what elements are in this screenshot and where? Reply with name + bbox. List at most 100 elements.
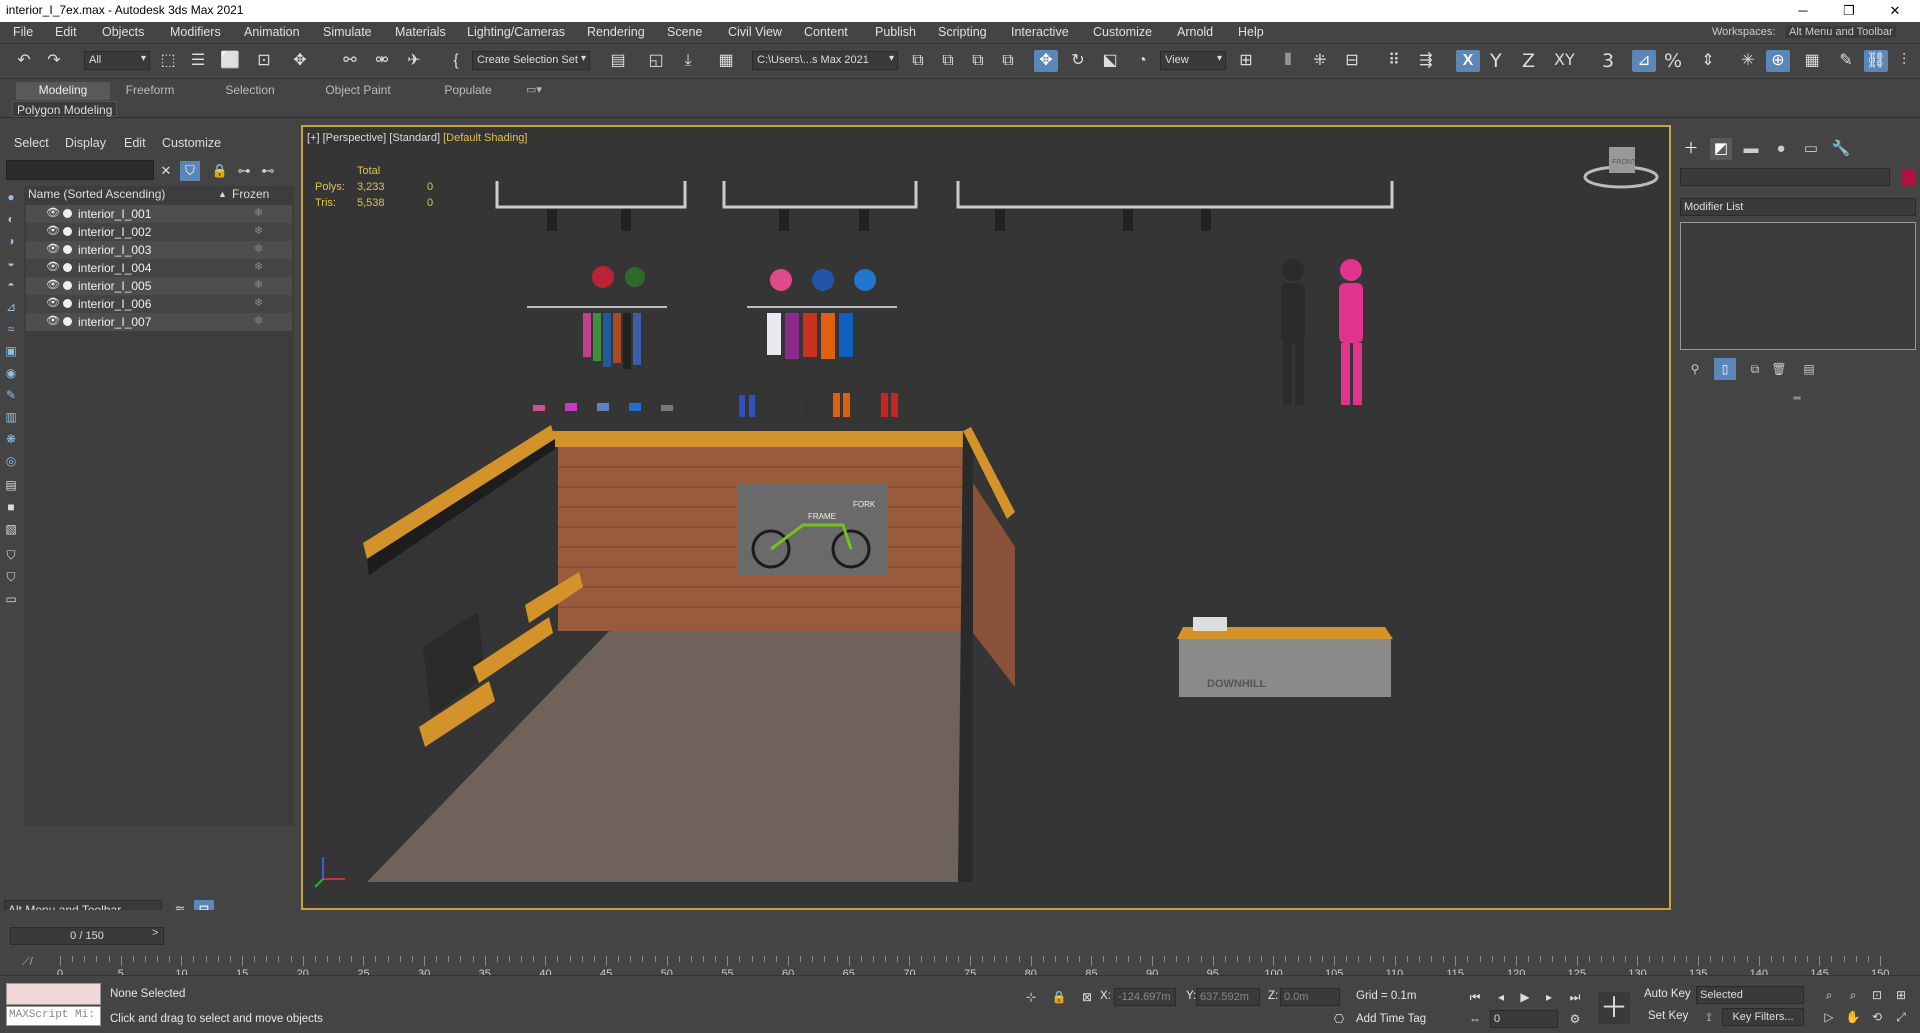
workspaces-dropdown[interactable]: Alt Menu and Toolbar <box>1786 26 1896 38</box>
time-slider[interactable]: 0 / 150 <box>10 927 164 945</box>
hierarchy-tab-icon[interactable]: ▬ <box>1740 138 1762 160</box>
percent-snap-icon[interactable]: % <box>1664 50 1682 72</box>
menu-civil-view[interactable]: Civil View <box>728 25 782 39</box>
explorer-menu-customize[interactable]: Customize <box>162 136 221 150</box>
manipulate-icon[interactable]: ✳ <box>1736 50 1760 72</box>
visibility-eye-icon[interactable]: 👁 <box>46 206 60 219</box>
menu-interactive[interactable]: Interactive <box>1011 25 1069 39</box>
visibility-eye-icon[interactable]: 👁 <box>46 314 60 327</box>
visibility-eye-icon[interactable]: 👁 <box>46 260 60 273</box>
link-chain-icon[interactable]: ⛓ <box>1864 50 1888 72</box>
render-setup-icon[interactable]: ⧉ <box>906 50 930 72</box>
tab-object-paint[interactable]: Object Paint <box>318 82 398 100</box>
angle-snap-icon[interactable]: ⊿ <box>1632 50 1656 72</box>
render-dot-icon[interactable] <box>63 209 72 218</box>
render-production-icon[interactable]: ⧉ <box>966 50 990 72</box>
menu-simulate[interactable]: Simulate <box>323 25 372 39</box>
overflow-icon[interactable]: ⫶ <box>1892 50 1916 72</box>
modifier-list-dropdown[interactable]: Modifier List <box>1680 198 1916 216</box>
rendered-frame-icon[interactable]: ⧉ <box>936 50 960 72</box>
render-dot-icon[interactable] <box>63 281 72 290</box>
list-item[interactable]: 👁 interior_I_005 ❄ <box>26 277 292 295</box>
clear-search-icon[interactable]: ✕ <box>156 161 176 181</box>
select-object-icon[interactable]: ⬚ <box>156 50 180 72</box>
list-item[interactable]: 👁 interior_I_001 ❄ <box>26 205 292 223</box>
maximize-viewport-icon[interactable]: ⤢ <box>1892 1008 1910 1026</box>
menu-help[interactable]: Help <box>1238 25 1264 39</box>
selection-lock-icon[interactable]: 🔒 <box>1050 988 1068 1006</box>
freeze-snowflake-icon[interactable]: ❄ <box>254 278 263 291</box>
ribbon-options-icon[interactable]: ▭▾ <box>522 82 546 100</box>
maximize-button[interactable]: ❐ <box>1826 0 1872 22</box>
undo-icon[interactable]: ↶ <box>12 50 36 72</box>
selected-dropdown[interactable]: Selected <box>1696 986 1804 1004</box>
display-helpers-icon[interactable]: ⊿ <box>4 300 18 314</box>
mirror-icon[interactable]: ⫴ <box>1276 50 1300 72</box>
list-item[interactable]: 👁 interior_I_007 ❄ <box>26 313 292 331</box>
menu-content[interactable]: Content <box>804 25 848 39</box>
create-tab-icon[interactable]: ＋ <box>1680 138 1702 160</box>
utilities-tab-icon[interactable]: 🔧 <box>1830 138 1852 160</box>
freeze-snowflake-icon[interactable]: ❄ <box>254 242 263 255</box>
maxscript-mini-input[interactable]: MAXScript Mi: <box>6 1006 101 1026</box>
freeze-snowflake-icon[interactable]: ❄ <box>254 314 263 327</box>
axis-xy-icon[interactable]: XY <box>1554 50 1575 69</box>
field-of-view-icon[interactable]: ▷ <box>1820 1008 1838 1026</box>
menu-scene[interactable]: Scene <box>667 25 702 39</box>
object-color-swatch[interactable] <box>1902 169 1916 185</box>
pivot-center-icon[interactable]: ⊞ <box>1234 50 1258 72</box>
z-coordinate-field[interactable]: 0.0m <box>1280 988 1340 1006</box>
material-editor-icon[interactable]: ▦ <box>714 50 738 72</box>
sort-ascending-icon[interactable]: ▲ <box>218 189 227 199</box>
play-icon[interactable]: ▶ <box>1516 988 1534 1006</box>
absolute-mode-icon[interactable]: ⊠ <box>1078 988 1096 1006</box>
select-and-rotate-icon[interactable]: ↻ <box>1066 50 1090 72</box>
spinner-snap-icon[interactable]: ⇕ <box>1696 50 1720 72</box>
window-crossing-icon[interactable]: ⊡ <box>252 50 276 72</box>
layer-icon[interactable]: ⊷ <box>258 161 278 181</box>
key-mode-icon[interactable]: ⇔ <box>1466 1010 1484 1028</box>
display-containers-icon[interactable]: ▥ <box>4 410 18 424</box>
select-by-name-icon[interactable]: ☰ <box>186 50 210 72</box>
menu-objects[interactable]: Objects <box>102 25 144 39</box>
display-live-icon[interactable]: ■ <box>4 500 18 514</box>
display-bones-icon[interactable]: ✎ <box>4 388 18 402</box>
explorer-menu-display[interactable]: Display <box>65 136 106 150</box>
go-to-end-icon[interactable]: ⏭ <box>1566 988 1584 1006</box>
display-groups-icon[interactable]: ▣ <box>4 344 18 358</box>
menu-customize[interactable]: Customize <box>1093 25 1152 39</box>
display-cameras-icon[interactable]: ◓ <box>4 278 18 292</box>
display-frozen-icon[interactable]: ▤ <box>4 478 18 492</box>
default-tangents-icon[interactable]: ⟟ <box>1700 1008 1718 1026</box>
menu-rendering[interactable]: Rendering <box>587 25 645 39</box>
tab-modeling[interactable]: Modeling <box>16 82 110 100</box>
pan-view-icon[interactable]: ✋ <box>1844 1008 1862 1026</box>
make-unique-icon[interactable]: ⧉ <box>1744 358 1766 380</box>
display-xrefs-icon[interactable]: ◉ <box>4 366 18 380</box>
render-dot-icon[interactable] <box>63 317 72 326</box>
configure-sets-icon[interactable]: ▤ <box>1798 358 1820 380</box>
select-and-place-icon[interactable]: ◔ <box>1130 50 1154 72</box>
next-key-icon[interactable]: ▸ <box>1540 988 1558 1006</box>
tab-populate[interactable]: Populate <box>440 82 496 100</box>
menu-materials[interactable]: Materials <box>395 25 446 39</box>
minimize-button[interactable]: ─ <box>1780 0 1826 22</box>
display-shapes-icon[interactable]: ◑ <box>4 234 18 248</box>
expand-icon[interactable]: ▭ <box>4 592 18 606</box>
current-frame-field[interactable]: 0 <box>1490 1010 1558 1028</box>
menu-arnold[interactable]: Arnold <box>1177 25 1213 39</box>
display-particles-icon[interactable]: ❋ <box>4 432 18 446</box>
previous-frame-icon[interactable]: ◂ <box>1492 988 1510 1006</box>
render-dot-icon[interactable] <box>63 245 72 254</box>
scene-explorer-toggle-icon[interactable]: ▤ <box>606 50 630 72</box>
motion-tab-icon[interactable]: ● <box>1770 138 1792 160</box>
set-key-big-icon[interactable]: ＋ <box>1598 992 1630 1024</box>
visibility-eye-icon[interactable]: 👁 <box>46 242 60 255</box>
keyboard-shortcut-icon[interactable]: ⇶ <box>1414 50 1438 72</box>
visibility-eye-icon[interactable]: 👁 <box>46 224 60 237</box>
explorer-search-input[interactable] <box>6 160 154 180</box>
axis-x-icon[interactable]: X <box>1456 50 1480 72</box>
curve-editor-icon[interactable]: ◱ <box>644 50 668 72</box>
unlink-icon[interactable]: ⚮ <box>370 50 394 72</box>
column-frozen-header[interactable]: Frozen <box>232 187 269 201</box>
